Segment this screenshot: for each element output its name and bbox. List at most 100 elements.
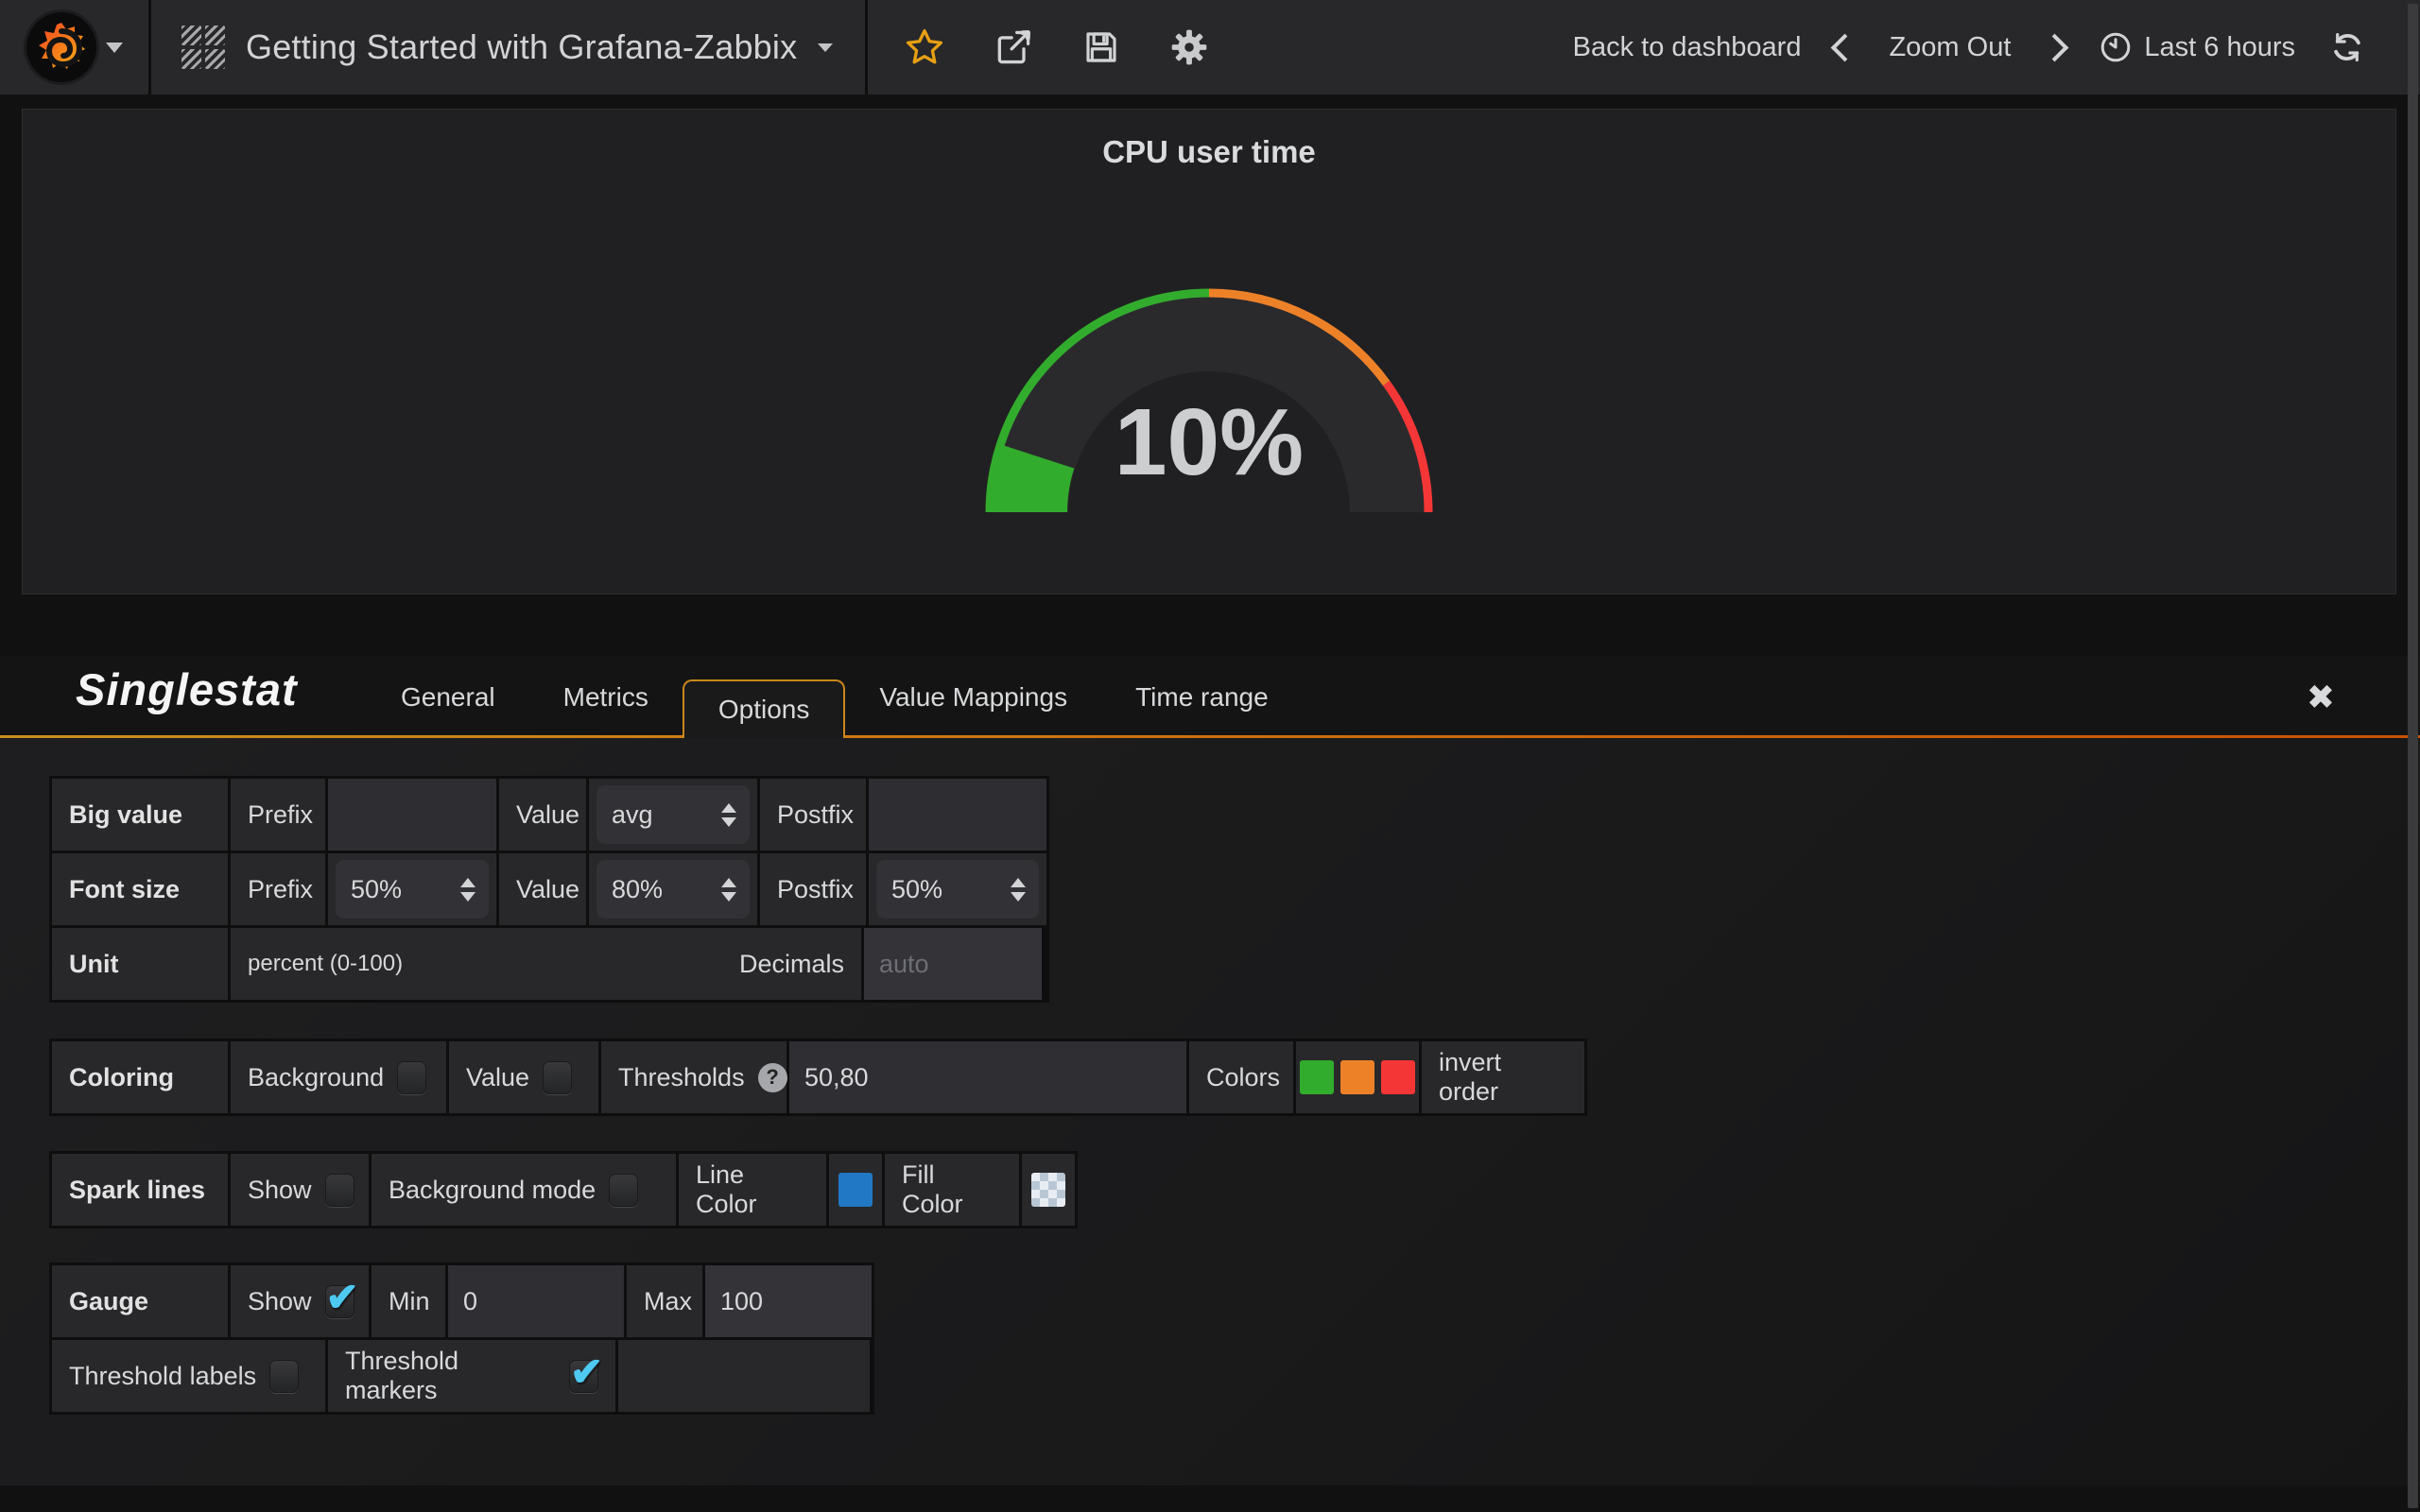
colors-label: Colors [1189,1041,1293,1113]
gauge-show-checkbox[interactable]: ✔ [325,1285,354,1318]
time-shift-right-button[interactable] [2041,33,2069,61]
fill-color-label: Fill Color [885,1154,1019,1226]
max-input[interactable]: 100 [705,1265,872,1337]
select-stepper-icon [1011,878,1026,902]
sparkline-show-checkbox[interactable]: ✔ [325,1174,354,1207]
coloring-table: Coloring Background ✔ Value ✔ Thresholds… [49,1039,1587,1116]
font-postfix-selected: 50% [891,875,942,904]
grafana-menu-caret-icon [106,43,123,53]
refresh-button[interactable] [2329,29,2365,65]
gauge-row: Gauge Show ✔ Min 0 Max 100 [52,1265,872,1337]
fill-color-swatch[interactable] [1031,1173,1065,1207]
font-size-label: Font size [52,853,228,925]
thresholds-input[interactable]: 50,80 [789,1041,1186,1113]
time-shift-left-button[interactable] [1831,33,1859,61]
big-value-row: Big value Prefix Value avg Postfix [52,779,1046,850]
zoom-out-button[interactable]: Zoom Out [1889,32,2011,63]
gauge-options-table: Gauge Show ✔ Min 0 Max 100 Threshold lab… [49,1263,874,1415]
settings-gear-button[interactable] [1168,26,1210,68]
fill-color-swatch-cell [1022,1154,1075,1226]
min-input[interactable]: 0 [448,1265,624,1337]
help-icon[interactable]: ? [758,1063,787,1092]
prefix-input[interactable] [328,779,496,850]
threshold-color-swatch-green[interactable] [1300,1060,1334,1094]
panel-title[interactable]: CPU user time [23,134,2395,170]
tab-value-mappings[interactable]: Value Mappings [845,656,1101,738]
coloring-background-cell: Background ✔ [231,1041,446,1113]
value-stat-selected: avg [612,800,653,830]
coloring-background-label: Background [248,1063,384,1092]
spark-lines-label: Spark lines [52,1154,228,1226]
threshold-color-swatch-red[interactable] [1381,1060,1415,1094]
back-to-dashboard-button[interactable]: Back to dashboard [1573,32,1802,63]
star-button[interactable] [904,26,945,68]
unit-row: Unit percent (0-100) Decimals auto [52,928,1046,1000]
postfix-label: Postfix [760,779,866,850]
tab-time-range[interactable]: Time range [1101,656,1303,738]
threshold-labels-checkbox[interactable]: ✔ [269,1360,299,1393]
threshold-labels-label: Threshold labels [69,1362,256,1391]
coloring-value-label: Value [466,1063,529,1092]
editor-tabs: General Metrics Options Value Mappings T… [367,656,1303,738]
unit-label: Unit [52,928,228,1000]
page-scrollbar[interactable] [2408,4,2418,1508]
coloring-background-checkbox[interactable]: ✔ [397,1061,426,1094]
svg-text:10%: 10% [1115,389,1304,495]
gauge-visualization: 10% [973,278,1445,531]
invert-order-button[interactable]: invert order [1422,1041,1584,1113]
min-label: Min [372,1265,445,1337]
select-stepper-icon [721,878,736,902]
font-value-select[interactable]: 80% [596,860,750,919]
close-editor-icon[interactable]: ✖ [2307,680,2335,714]
font-prefix-selected: 50% [351,875,402,904]
decimals-input[interactable]: auto [864,928,1042,1000]
grafana-menu[interactable] [0,0,148,94]
gauge-show-cell: Show ✔ [231,1265,369,1337]
coloring-value-cell: Value ✔ [449,1041,598,1113]
dashboard-title: Getting Started with Grafana-Zabbix [246,27,797,67]
grafana-logo-icon [26,12,96,82]
prefix-label: Prefix [231,779,325,850]
font-postfix-select-cell: 50% [869,853,1046,925]
threshold-color-swatch-orange[interactable] [1340,1060,1374,1094]
save-button[interactable] [1081,27,1121,67]
background-mode-checkbox[interactable]: ✔ [609,1174,638,1207]
max-label: Max [627,1265,702,1337]
coloring-value-checkbox[interactable]: ✔ [543,1061,572,1094]
tab-metrics[interactable]: Metrics [529,656,683,738]
font-postfix-select[interactable]: 50% [876,860,1039,919]
font-prefix-select[interactable]: 50% [336,860,489,919]
color-swatches-cell [1296,1041,1419,1113]
select-stepper-icon [460,878,475,902]
panel-editor-header: Singlestat General Metrics Options Value… [0,656,2420,738]
tab-general[interactable]: General [367,656,529,738]
value-stat-select[interactable]: avg [596,785,750,844]
gauge-label: Gauge [52,1265,228,1337]
select-stepper-icon [721,803,736,827]
coloring-label: Coloring [52,1041,228,1113]
threshold-markers-checkbox[interactable]: ✔ [569,1360,598,1393]
dashboard-grid-icon [182,26,225,69]
font-size-row: Font size Prefix 50% Value 80% Postfix 5… [52,853,1046,925]
dashboard-title-dropdown[interactable]: Getting Started with Grafana-Zabbix [151,0,865,94]
unit-value-cell: percent (0-100) Decimals [231,928,861,1000]
threshold-toggles-row: Threshold labels ✔ Threshold markers ✔ [52,1340,872,1412]
sparkline-show-label: Show [248,1176,312,1205]
time-picker-button[interactable]: Last 6 hours [2099,30,2295,64]
tab-options[interactable]: Options [683,679,846,738]
line-color-swatch[interactable] [838,1173,873,1207]
time-range-label: Last 6 hours [2144,32,2295,63]
clock-icon [2099,30,2133,64]
font-value-selected: 80% [612,875,663,904]
big-value-label: Big value [52,779,228,850]
singlestat-panel: CPU user time 10% [22,109,2396,594]
share-button[interactable] [993,26,1034,68]
threshold-labels-cell: Threshold labels ✔ [52,1340,325,1412]
font-prefix-label: Prefix [231,853,325,925]
spark-lines-table: Spark lines Show ✔ Background mode ✔ Lin… [49,1151,1078,1228]
postfix-input[interactable] [869,779,1046,850]
background-mode-label: Background mode [389,1176,596,1205]
empty-cell [618,1340,870,1412]
unit-value-dropdown[interactable]: percent (0-100) [248,951,403,977]
gauge-show-label: Show [248,1287,312,1316]
